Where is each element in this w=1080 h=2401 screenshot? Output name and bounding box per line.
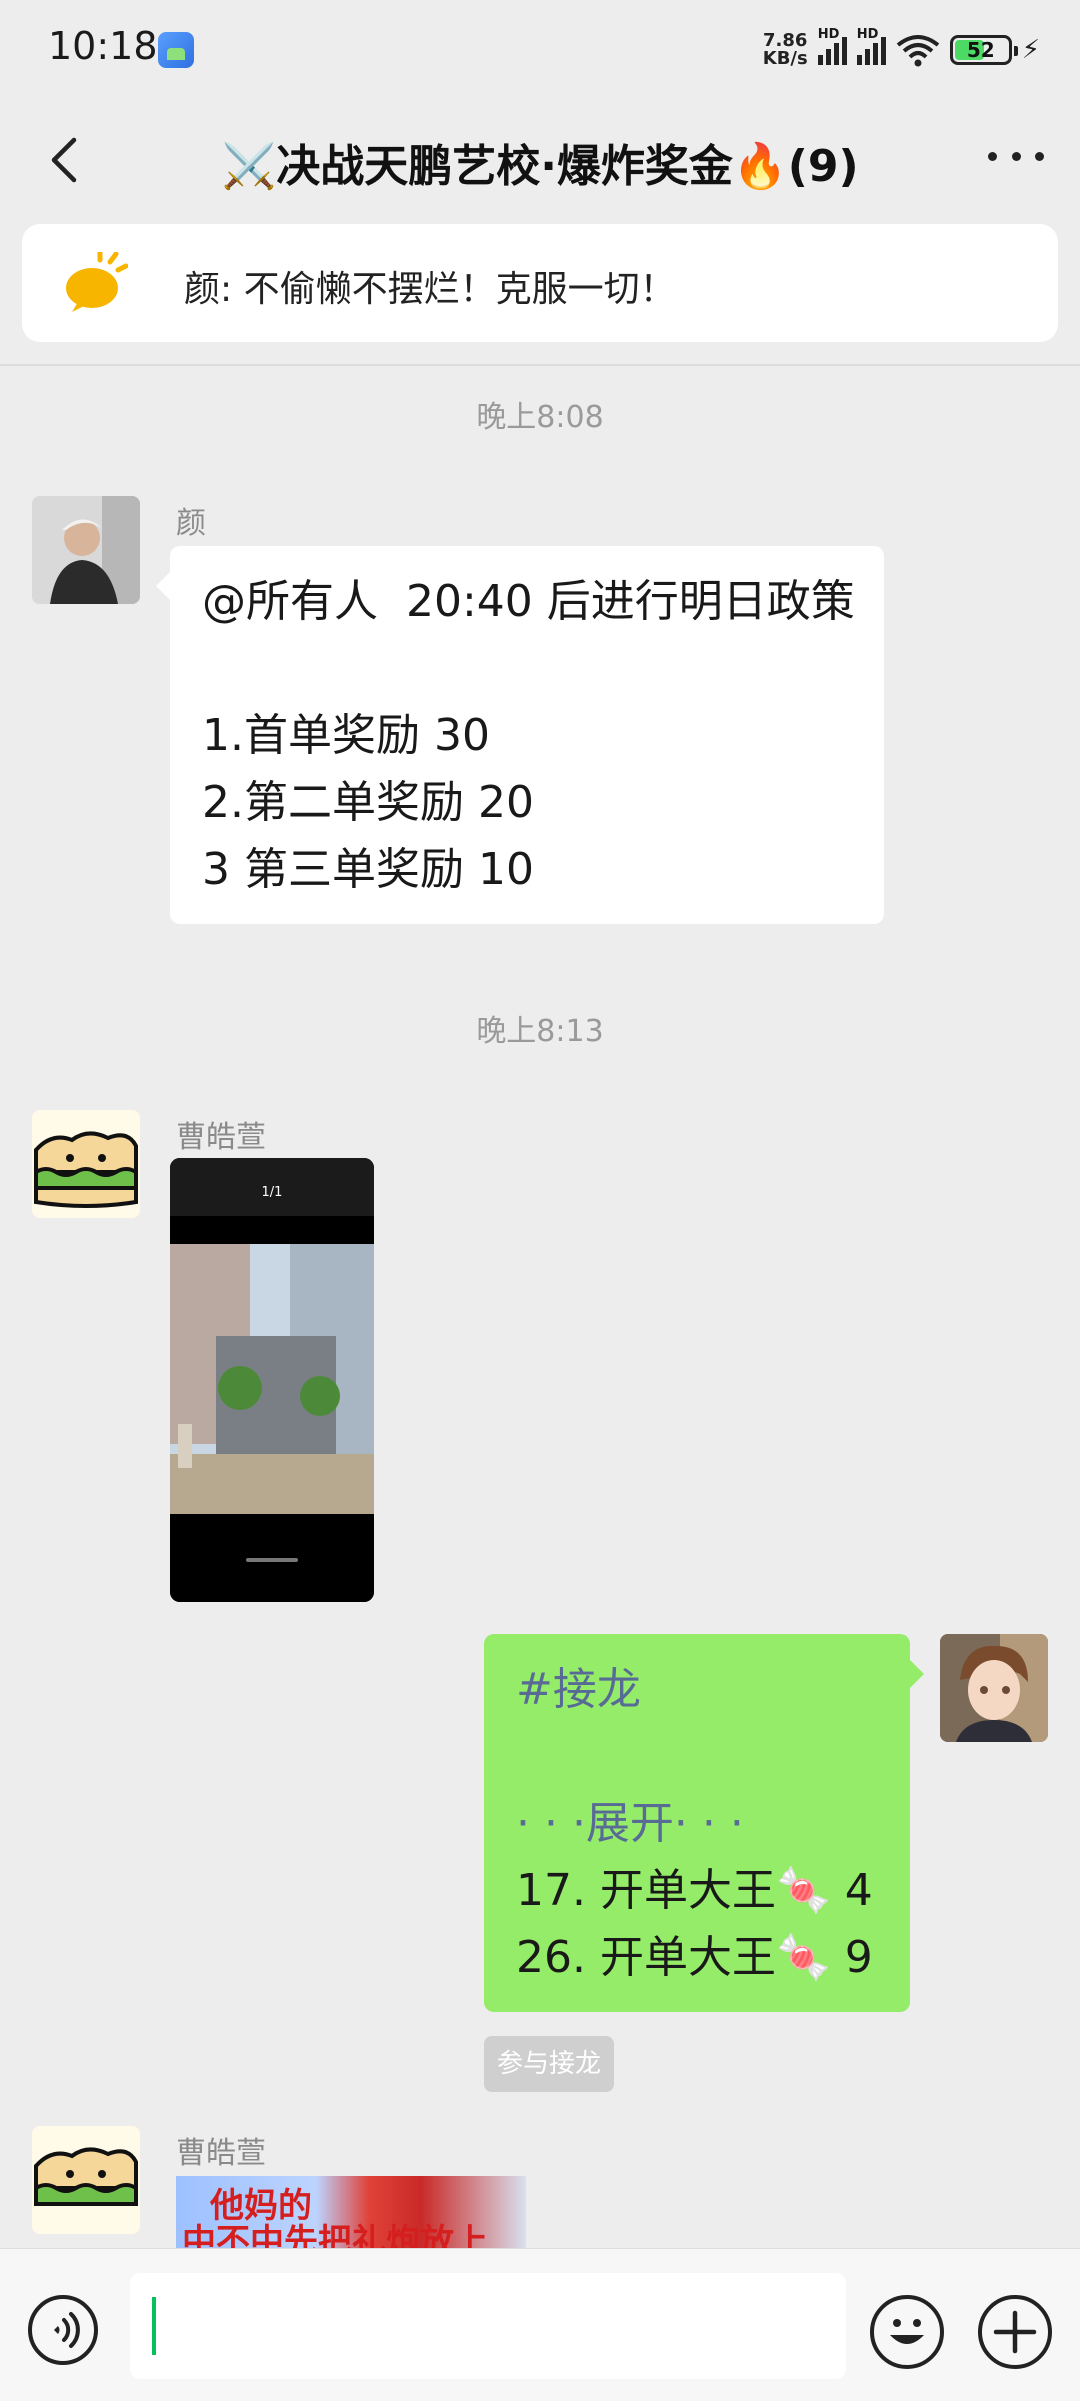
sender-name: 曹皓萱 [176, 1120, 266, 1155]
message-timestamp: 晚上8:08 [476, 400, 604, 435]
message-timestamp: 晚上8:13 [476, 1014, 604, 1049]
avatar-cao[interactable] [32, 2126, 140, 2234]
meme-text-line2: 中不中先把礼炮放上 [182, 2222, 488, 2248]
chat-title: ⚔️决战天鹏艺校·爆炸奖金🔥(9) [221, 141, 859, 192]
message-line: 2.第二单奖励 20 [202, 777, 534, 828]
message-line: 17. 开单大王🍬 4 [516, 1865, 873, 1916]
announcement-icon [66, 252, 128, 312]
smiley-icon [890, 2319, 924, 2344]
avatar-self[interactable] [940, 1634, 1048, 1742]
status-time: 10:18 [48, 24, 158, 68]
status-indicators: 7.86 KB/s HD HD 52 ⚡ [763, 27, 1040, 72]
message-line [202, 635, 852, 702]
pinned-text: 颜: 不偷懒不摆烂！克服一切！ [184, 269, 676, 310]
hashtag-text[interactable]: #接龙 [516, 1656, 878, 1723]
battery-icon: 52 [949, 35, 1018, 65]
join-jielong-button[interactable]: 参与接龙 [484, 2036, 614, 2092]
plus-icon [993, 2310, 1037, 2354]
message-bubble-policy[interactable]: @所有人 20:40 后进行明日政策 1.首单奖励 30 2.第二单奖励 20 … [156, 546, 884, 924]
wifi-icon [896, 35, 939, 67]
emoji-button[interactable] [870, 2295, 944, 2369]
voice-input-button[interactable] [28, 2295, 98, 2365]
pinned-announcement[interactable]: 颜: 不偷懒不摆烂！克服一切！ [22, 224, 1058, 342]
sender-name: 颜 [176, 506, 206, 541]
avatar-cao[interactable] [32, 1110, 140, 1218]
more-options-icon[interactable] [988, 146, 1044, 166]
network-speed-unit: KB/s [762, 48, 808, 69]
message-line: 1.首单奖励 30 [202, 710, 490, 761]
status-bar: 10:18 7.86 KB/s HD HD 52 ⚡ [0, 0, 1080, 100]
sender-name: 曹皓萱 [176, 2136, 266, 2171]
message-line: 26. 开单大王🍬 9 [516, 1932, 873, 1983]
charging-icon: ⚡ [1021, 35, 1040, 65]
expand-link[interactable]: · · ·展开· · · [516, 1790, 878, 1857]
signal-hd-label: HD [817, 27, 840, 42]
battery-level: 52 [966, 38, 995, 62]
message-line: 3 第三单奖励 10 [202, 844, 534, 895]
gallery-app-icon [158, 32, 194, 68]
signal-hd-label-2: HD [856, 27, 879, 42]
message-bubble-jielong[interactable]: #接龙 · · ·展开· · · 17. 开单大王🍬 4 26. 开单大王🍬 9 [484, 1634, 924, 2012]
voice-icon [54, 2312, 80, 2348]
input-bar [0, 2248, 1080, 2401]
text-cursor [152, 2297, 156, 2355]
message-input[interactable] [130, 2273, 846, 2379]
message-line [516, 1723, 878, 1790]
image-message-meme[interactable]: 他妈的 中不中先把礼炮放上 [176, 2176, 526, 2248]
svg-text:1/1: 1/1 [262, 1185, 283, 1200]
more-functions-button[interactable] [978, 2295, 1052, 2369]
message-line: @所有人 20:40 后进行明日政策 [202, 576, 855, 627]
signal-icon: HD [817, 27, 847, 65]
network-speed: 7.86 KB/s [763, 32, 808, 68]
signal-icon-2: HD [856, 27, 886, 65]
avatar-yan[interactable] [32, 496, 140, 604]
photo-message[interactable]: 1/1 [170, 1158, 374, 1602]
chat-header: ⚔️决战天鹏艺校·爆炸奖金🔥(9) [0, 100, 1080, 220]
divider [0, 364, 1080, 366]
